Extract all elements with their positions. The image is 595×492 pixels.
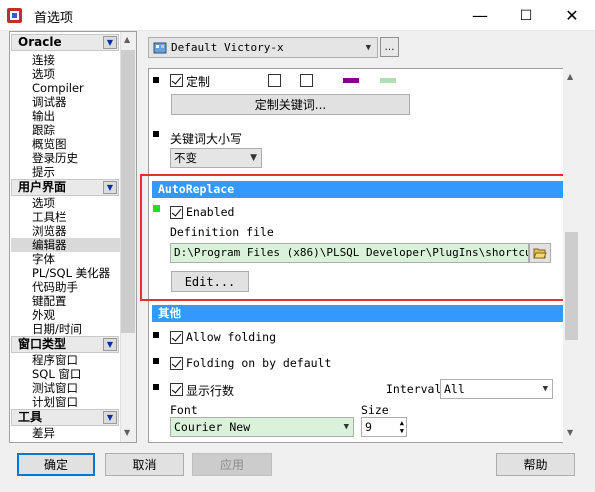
sidebar-item-output[interactable]: 输出 [32,109,55,123]
italic-checkbox[interactable] [300,74,313,87]
category-label: 工具 [18,410,43,424]
app-icon [7,8,22,23]
keyword-case-value: 不变 [174,151,197,165]
sidebar-item-browser[interactable]: 浏览器 [32,224,67,238]
chevron-down-icon: ▼ [542,384,548,394]
allow-folding-label: Allow folding [186,330,277,344]
category-label: 用户界面 [18,180,67,194]
category-tools[interactable]: 工具 ▼ [11,409,119,426]
interval-label: Interval [386,382,442,396]
sidebar-item-test-window[interactable]: 测试窗口 [32,381,78,395]
chevron-down-icon[interactable]: ▼ [103,411,117,424]
category-oracle[interactable]: Oracle ▼ [11,34,119,51]
close-icon: ✕ [565,6,579,25]
scroll-up-icon[interactable]: ▲ [567,72,573,81]
custom-keywords-button[interactable]: 定制关键词... [171,94,410,115]
sidebar-item-toolbar[interactable]: 工具栏 [32,210,67,224]
sidebar-item-editor[interactable]: 编辑器 [11,238,120,252]
more-label: … [384,41,395,53]
bullet-marker [153,384,159,390]
color-swatch-green[interactable] [380,78,396,83]
chevron-down-icon: ▼ [343,422,349,432]
sidebar-item-diff[interactable]: 差异 [32,426,55,440]
interval-select[interactable]: All ▼ [440,379,553,399]
minimize-button[interactable]: — [457,0,503,31]
sidebar-item-code-assistant[interactable]: 代码助手 [32,280,78,294]
color-swatch-purple[interactable] [343,78,359,83]
sidebar-item-appearance[interactable]: 外观 [32,308,55,322]
category-label: 窗口类型 [18,337,67,351]
sidebar-item-key-config[interactable]: 键配置 [32,294,67,308]
apply-button[interactable]: 应用 [192,453,272,476]
font-select[interactable]: Courier New ▼ [170,417,354,437]
category-list[interactable]: Oracle ▼ 连接 选项 Compiler 调试器 输出 跟踪 概览图 登录历… [9,31,137,443]
custom-label: 定制 [186,75,211,89]
sidebar-item-logon-history[interactable]: 登录历史 [32,151,78,165]
sidebar-item-options[interactable]: 选项 [32,67,55,81]
category-window-types[interactable]: 窗口类型 ▼ [11,336,119,353]
chevron-down-icon[interactable]: ▼ [103,338,117,351]
chevron-down-icon: ▼ [250,153,257,163]
other-header: 其他 [152,305,564,322]
settings-scroll-thumb[interactable] [565,232,578,340]
scheme-select[interactable]: Default Victory-x ▼ [148,37,378,58]
minimize-icon: — [472,6,488,25]
scroll-down-icon[interactable]: ▼ [124,428,130,437]
ok-button[interactable]: 确定 [17,453,95,476]
cancel-button[interactable]: 取消 [105,453,184,476]
stepper-down-icon[interactable]: ▼ [400,427,404,435]
allow-folding-checkbox[interactable] [170,331,183,344]
sidebar-item-connect[interactable]: 连接 [32,53,55,67]
show-line-numbers-checkbox[interactable] [170,383,183,396]
keyword-case-label: 关键词大小写 [170,132,243,146]
size-value: 9 [365,420,372,434]
scheme-value: Default Victory-x [171,41,284,54]
keyword-case-select[interactable]: 不变 ▼ [170,148,262,168]
maximize-button[interactable]: ☐ [503,0,549,31]
sidebar-item-debugger[interactable]: 调试器 [32,95,67,109]
sidebar-item-beautifier[interactable]: PL/SQL 美化器 [32,266,110,280]
chevron-down-icon: ▼ [365,42,371,53]
palette-icon [153,42,167,53]
category-user-interface[interactable]: 用户界面 ▼ [11,179,119,196]
custom-checkbox[interactable] [170,74,183,87]
sidebar-item-fonts[interactable]: 字体 [32,252,55,266]
sidebar-item-sql-window[interactable]: SQL 窗口 [32,367,81,381]
sidebar-item-trace[interactable]: 跟踪 [32,123,55,137]
close-button[interactable]: ✕ [549,0,595,31]
scroll-down-icon[interactable]: ▼ [567,428,573,437]
bullet-marker [153,77,159,83]
help-button[interactable]: 帮助 [496,453,575,476]
bullet-marker [153,358,159,364]
scheme-more-button[interactable]: … [380,37,399,57]
title-bar: 首选项 — ☐ ✕ [0,0,595,31]
folding-default-checkbox[interactable] [170,357,183,370]
size-label: Size [361,403,389,417]
category-label: Oracle [18,35,62,49]
show-line-numbers-label: 显示行数 [186,384,235,398]
sidebar-item-datetime[interactable]: 日期/时间 [32,322,82,336]
window-title: 首选项 [34,11,74,26]
sidebar-item-ui-options[interactable]: 选项 [32,196,55,210]
size-stepper[interactable]: 9 ▲ ▼ [361,417,407,437]
bullet-marker [153,131,159,137]
bold-checkbox[interactable] [268,74,281,87]
chevron-down-icon[interactable]: ▼ [103,36,117,49]
highlight-frame [140,174,565,301]
maximize-icon: ☐ [519,7,533,24]
sidebar-item-program-window[interactable]: 程序窗口 [32,353,78,367]
sidebar-item-plan-window[interactable]: 计划窗口 [32,395,78,409]
interval-value: All [444,382,465,396]
font-value: Courier New [174,420,251,434]
chevron-down-icon[interactable]: ▼ [103,181,117,194]
sidebar-scroll-thumb[interactable] [121,50,135,333]
stepper-up-icon[interactable]: ▲ [400,419,404,427]
folding-default-label: Folding on by default [186,356,332,370]
bullet-marker [153,332,159,338]
font-label: Font [170,403,198,417]
sidebar-item-compiler[interactable]: Compiler [32,81,84,95]
scroll-up-icon[interactable]: ▲ [124,35,130,44]
sidebar-item-profiler[interactable]: 概览图 [32,137,67,151]
sidebar-item-hints[interactable]: 提示 [32,165,55,179]
